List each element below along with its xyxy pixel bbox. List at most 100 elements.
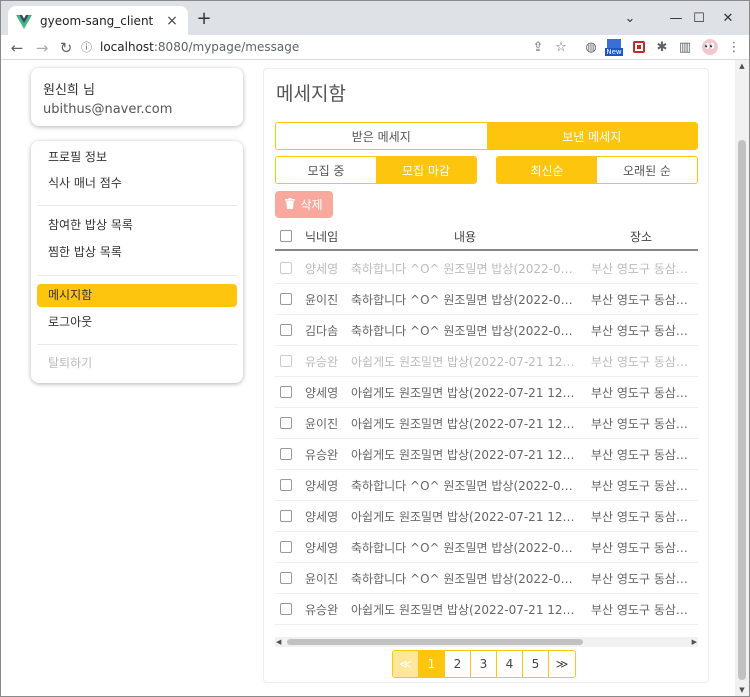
row-place: 부산 영도구 동삼…	[591, 385, 688, 400]
menu-item-manners[interactable]: 식사 매너 점수	[37, 172, 237, 195]
table-row[interactable]: 윤이진 아쉽게도 원조밀면 밥상(2022-07-21 12… 부산 영도구 동삼…	[275, 408, 698, 439]
tab-received[interactable]: 받은 메세지	[276, 123, 487, 149]
table-row[interactable]: 양세영 축하합니다 ^O^ 원조밀면 밥상(2022-0… 부산 영도구 동삼…	[275, 253, 698, 284]
browser-tab[interactable]: gyeom-sang_client ×	[8, 6, 188, 35]
row-place: 부산 영도구 동삼…	[591, 292, 688, 307]
scroll-thumb[interactable]	[287, 639, 583, 645]
scroll-left-icon[interactable]: ◀	[276, 637, 281, 647]
delete-button[interactable]: 삭제	[275, 191, 333, 218]
menu-divider	[37, 275, 237, 276]
menu-item-liked[interactable]: 찜한 밥상 목록	[37, 241, 237, 264]
row-content: 아쉽게도 원조밀면 밥상(2022-07-21 12…	[351, 447, 575, 462]
table-row[interactable]: 윤이진 축하합니다 ^O^ 원조밀면 밥상(2022-0… 부산 영도구 동삼…	[275, 284, 698, 315]
page-button-2[interactable]: 2	[445, 651, 471, 677]
table-row[interactable]: 양세영 축하합니다 ^O^ 원조밀면 밥상(2022-0… 부산 영도구 동삼…	[275, 532, 698, 563]
page-title: 메세지함	[276, 83, 346, 105]
row-checkbox[interactable]	[280, 541, 292, 553]
row-checkbox[interactable]	[280, 386, 292, 398]
col-content[interactable]: 내용	[351, 223, 579, 249]
table-row[interactable]: 양세영 축하합니다 ^O^ 원조밀면 밥상(2022-0… 부산 영도구 동삼…	[275, 470, 698, 501]
address-bar[interactable]: ⓘ localhost:8080/mypage/message	[81, 36, 581, 58]
new-tab-icon[interactable]: +	[194, 9, 214, 29]
mypage-menu: 프로필 정보 식사 매너 점수 참여한 밥상 목록 찜한 밥상 목록 메시지함 …	[31, 141, 243, 383]
extension-new-icon[interactable]: New	[604, 38, 624, 56]
menu-item-joined[interactable]: 참여한 밥상 목록	[37, 214, 237, 237]
menu-divider	[37, 344, 237, 345]
menu-item-profile-info[interactable]: 프로필 정보	[37, 146, 237, 169]
bookmark-star-icon[interactable]: ☆	[552, 38, 570, 56]
row-checkbox[interactable]	[280, 293, 292, 305]
row-checkbox[interactable]	[280, 510, 292, 522]
sort-oldest[interactable]: 오래된 순	[597, 157, 697, 183]
row-content: 축하합니다 ^O^ 원조밀면 밥상(2022-0…	[351, 540, 573, 555]
extension-record-icon[interactable]	[630, 38, 648, 56]
row-place: 부산 영도구 동삼…	[591, 261, 688, 276]
row-checkbox[interactable]	[280, 603, 292, 615]
col-nickname[interactable]: 닉네임	[305, 223, 345, 249]
tab-search-icon[interactable]: ⌄	[607, 1, 653, 35]
row-content: 축하합니다 ^O^ 원조밀면 밥상(2022-0…	[351, 292, 573, 307]
tab-close-icon[interactable]: ×	[164, 13, 180, 29]
extension-globe-icon[interactable]: ◍	[582, 38, 600, 56]
reload-icon[interactable]: ↻	[56, 38, 76, 58]
page-button-1[interactable]: 1	[419, 651, 445, 677]
select-all-checkbox[interactable]	[280, 230, 292, 242]
row-place: 부산 영도구 동삼…	[591, 416, 688, 431]
message-type-toggle: 받은 메세지 보낸 메세지	[275, 122, 698, 150]
col-place[interactable]: 장소	[591, 223, 691, 249]
row-checkbox[interactable]	[280, 324, 292, 336]
share-icon[interactable]: ⇪	[529, 38, 547, 56]
side-panel-icon[interactable]: ▥	[676, 38, 694, 56]
pagination: ≪ 1 2 3 4 5 ≫	[392, 650, 576, 678]
table-row[interactable]: 양세영 아쉽게도 원조밀면 밥상(2022-07-21 12… 부산 영도구 동삼…	[275, 501, 698, 532]
tab-sent[interactable]: 보낸 메세지	[486, 123, 697, 149]
row-checkbox[interactable]	[280, 262, 292, 274]
more-menu-icon[interactable]: ⋮	[725, 38, 743, 56]
table-row[interactable]: 김다솜 축하합니다 ^O^ 원조밀면 밥상(2022-0… 부산 영도구 동삼…	[275, 315, 698, 346]
forward-icon[interactable]: →	[32, 38, 52, 58]
row-checkbox[interactable]	[280, 355, 292, 367]
row-place: 부산 영도구 동삼…	[591, 602, 688, 617]
scroll-right-icon[interactable]: ▶	[692, 637, 697, 647]
scroll-up-icon[interactable]: ▲	[738, 62, 746, 70]
table-row[interactable]: 유승완 아쉽게도 원조밀면 밥상(2022-07-21 12… 부산 영도구 동삼…	[275, 594, 698, 625]
menu-item-withdraw[interactable]: 탈퇴하기	[37, 352, 237, 375]
profile-avatar-icon[interactable]: 👀	[701, 38, 719, 56]
browser-toolbar: ← → ↻ ⓘ localhost:8080/mypage/message ⇪ …	[1, 35, 749, 60]
page-vertical-scrollbar[interactable]: ▲ ▼	[735, 60, 749, 696]
row-checkbox[interactable]	[280, 479, 292, 491]
row-checkbox[interactable]	[280, 572, 292, 584]
page-button-4[interactable]: 4	[497, 651, 523, 677]
row-content: 축하합니다 ^O^ 원조밀면 밥상(2022-0…	[351, 261, 573, 276]
row-nickname: 유승완	[305, 602, 339, 617]
filter-closed[interactable]: 모집 마감	[376, 157, 476, 183]
page-button-5[interactable]: 5	[523, 651, 549, 677]
filter-recruiting[interactable]: 모집 중	[276, 157, 376, 183]
row-place: 부산 영도구 동삼…	[591, 447, 688, 462]
close-window-icon[interactable]: ✕	[705, 1, 749, 35]
table-row[interactable]: 윤이진 축하합니다 ^O^ 원조밀면 밥상(2022-0… 부산 영도구 동삼…	[275, 563, 698, 594]
row-checkbox[interactable]	[280, 448, 292, 460]
menu-item-logout[interactable]: 로그아웃	[37, 311, 237, 334]
table-row[interactable]: 유승완 아쉽게도 원조밀면 밥상(2022-07-21 12… 부산 영도구 동삼…	[275, 346, 698, 377]
sort-newest[interactable]: 최신순	[497, 157, 597, 183]
back-icon[interactable]: ←	[7, 38, 27, 58]
page-last-button[interactable]: ≫	[549, 651, 575, 677]
table-horizontal-scrollbar[interactable]: ◀ ▶	[275, 637, 698, 647]
row-nickname: 유승완	[305, 447, 339, 462]
row-place: 부산 영도구 동삼…	[591, 571, 688, 586]
site-info-icon[interactable]: ⓘ	[81, 39, 92, 55]
table-row[interactable]: 유승완 아쉽게도 원조밀면 밥상(2022-07-21 12… 부산 영도구 동삼…	[275, 439, 698, 470]
page-button-3[interactable]: 3	[471, 651, 497, 677]
row-checkbox[interactable]	[280, 417, 292, 429]
extensions-puzzle-icon[interactable]: ✱	[653, 38, 671, 56]
status-filter: 모집 중 모집 마감	[275, 156, 477, 184]
table-row[interactable]: 양세영 아쉽게도 원조밀면 밥상(2022-07-21 12… 부산 영도구 동삼…	[275, 377, 698, 408]
page-scroll-thumb[interactable]	[738, 140, 746, 680]
page-first-button[interactable]: ≪	[393, 651, 419, 677]
row-place: 부산 영도구 동삼…	[591, 354, 688, 369]
row-place: 부산 영도구 동삼…	[591, 478, 688, 493]
menu-item-messages[interactable]: 메시지함	[37, 284, 237, 307]
scroll-down-icon[interactable]: ▼	[738, 686, 746, 694]
row-nickname: 양세영	[305, 509, 339, 524]
